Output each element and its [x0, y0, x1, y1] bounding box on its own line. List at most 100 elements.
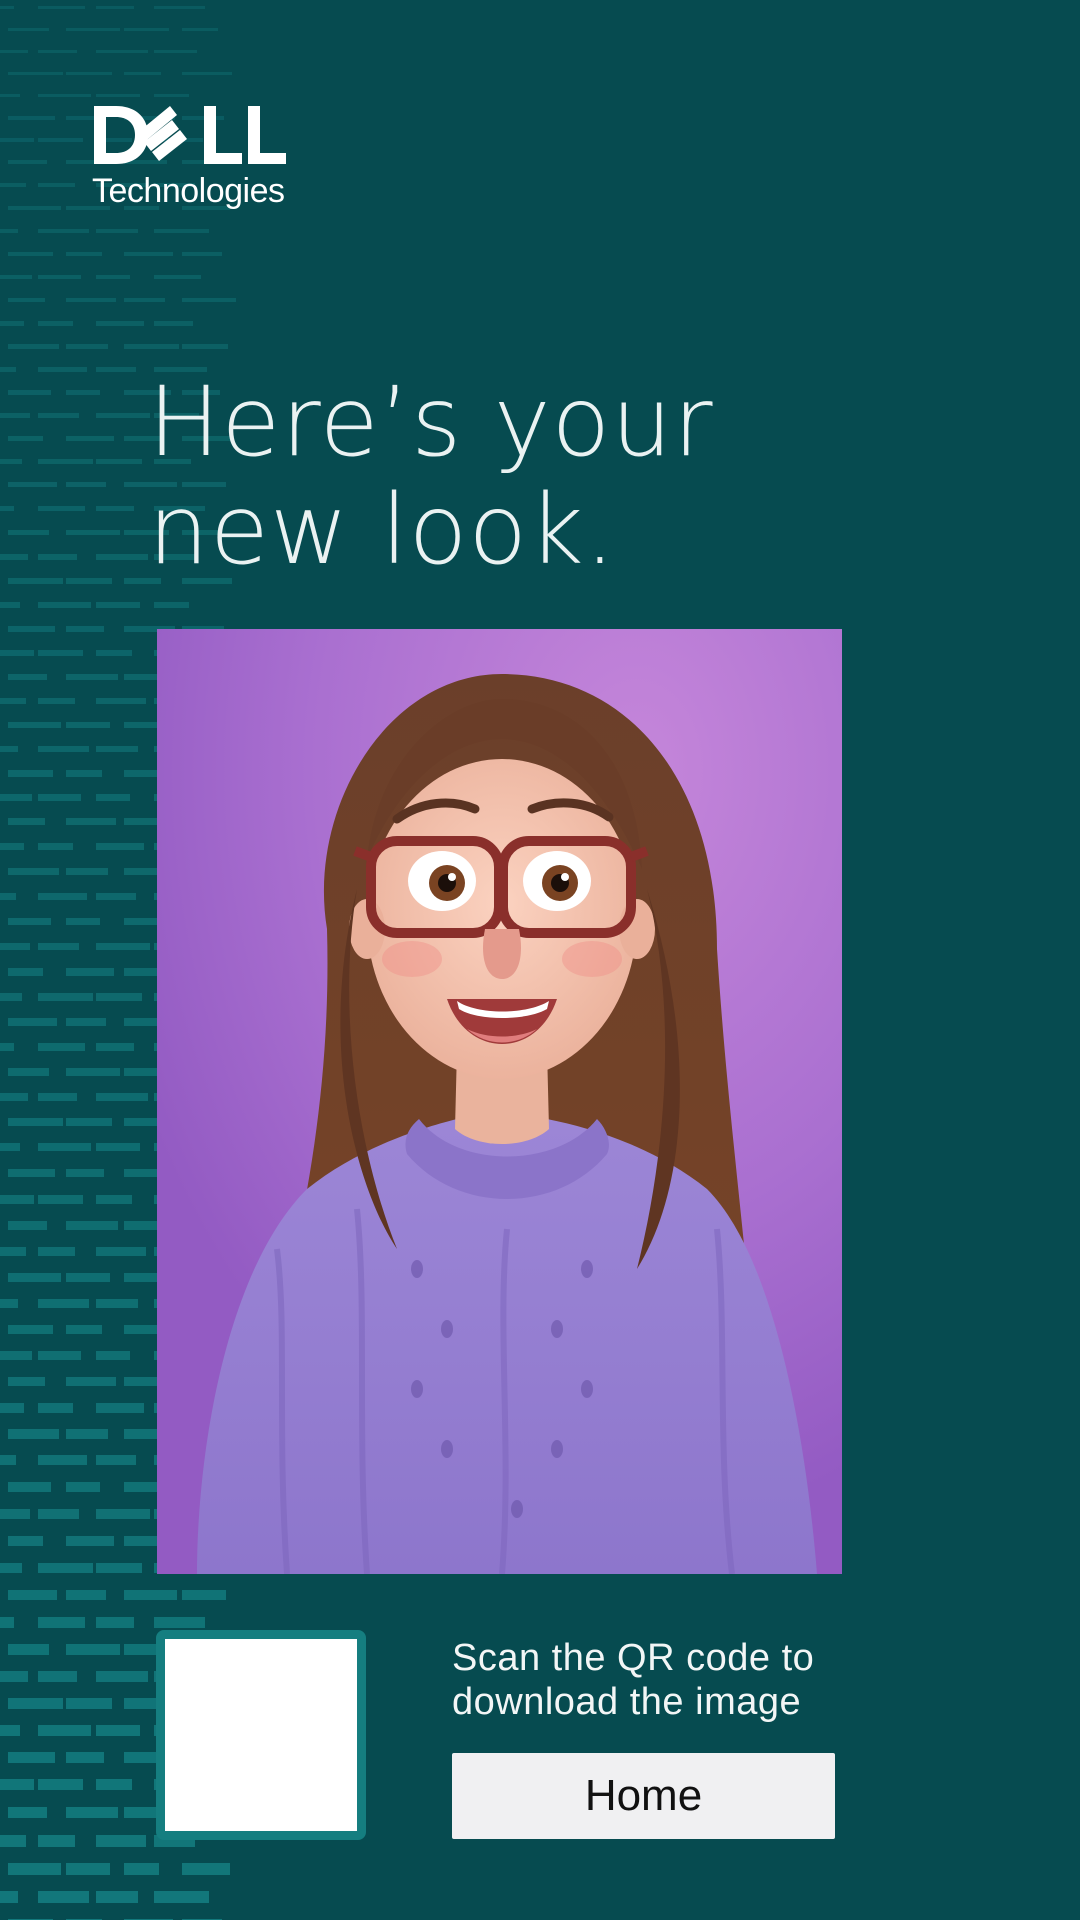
decorative-dash [8, 530, 49, 535]
decorative-dash [38, 843, 73, 850]
decorative-dash [38, 1509, 79, 1519]
decorative-dash [8, 1482, 51, 1492]
decorative-dash [0, 1403, 24, 1413]
decorative-dash [66, 868, 108, 875]
dell-logo-icon [94, 106, 286, 164]
decorative-dash [0, 1143, 20, 1151]
decorative-dash [8, 626, 55, 632]
headline-line-1: Here’s your [148, 366, 714, 478]
decorative-dash [38, 1143, 91, 1151]
decorative-dash [0, 94, 20, 97]
decorative-dash [96, 893, 136, 900]
decorative-dash [38, 94, 91, 97]
decorative-dash [8, 818, 45, 825]
decorative-dash [8, 1644, 49, 1655]
decorative-dash [0, 1671, 28, 1682]
decorative-dash [182, 1863, 230, 1875]
decorative-dash [182, 298, 236, 302]
decorative-dash [0, 1299, 18, 1308]
decorative-dash [154, 6, 205, 9]
decorative-dash [66, 436, 114, 441]
decorative-dash [8, 344, 59, 349]
decorative-dash [182, 344, 228, 349]
decorative-dash [66, 1752, 104, 1763]
decorative-dash [96, 6, 134, 9]
decorative-dash [0, 1563, 22, 1573]
decorative-dash [8, 722, 61, 728]
decorative-dash [8, 1068, 49, 1076]
decorative-dash [8, 116, 55, 120]
decorative-dash [38, 506, 85, 511]
decorative-dash [66, 722, 110, 728]
decorative-dash [0, 321, 24, 326]
logo-subtext: Technologies [92, 172, 285, 210]
decorative-dash [96, 1351, 130, 1360]
decorative-dash [8, 1273, 61, 1282]
decorative-dash [38, 1725, 91, 1736]
decorative-dash [0, 1835, 26, 1847]
decorative-dash [96, 1043, 134, 1051]
decorative-dash [182, 28, 218, 31]
decorative-dash [66, 1807, 118, 1818]
decorative-dash [66, 1536, 114, 1546]
home-button[interactable]: Home [452, 1753, 835, 1839]
decorative-dash [0, 1043, 14, 1051]
decorative-dash [8, 1536, 43, 1546]
decorative-dash [66, 1590, 106, 1600]
decorative-dash [66, 530, 120, 535]
decorative-dash [38, 1671, 77, 1682]
decorative-dash [38, 698, 75, 704]
decorative-dash [38, 367, 87, 372]
dell-technologies-logo: Technologies [92, 104, 302, 208]
decorative-dash [66, 578, 112, 584]
decorative-dash [8, 1018, 57, 1026]
decorative-dash [8, 298, 45, 302]
decorative-dash [0, 698, 26, 704]
decorative-dash [38, 1299, 89, 1308]
qr-code-image [165, 1639, 357, 1831]
decorative-dash [96, 1891, 138, 1903]
decorative-dash [38, 229, 89, 233]
decorative-dash [66, 968, 114, 976]
decorative-dash [8, 206, 61, 210]
decorative-dash [8, 918, 51, 925]
decorative-dash [124, 722, 159, 728]
decorative-dash [124, 344, 179, 349]
decorative-dash [0, 1617, 14, 1628]
decorative-dash [0, 1093, 28, 1101]
decorative-dash [96, 650, 132, 656]
decorative-dash [8, 436, 43, 441]
decorative-dash [0, 602, 20, 608]
decorative-dash [96, 275, 130, 279]
decorative-dash [38, 6, 85, 9]
decorative-dash [0, 229, 18, 233]
decorative-dash [38, 794, 81, 801]
decorative-dash [96, 321, 144, 326]
decorative-dash [8, 968, 43, 976]
decorative-dash [38, 650, 83, 656]
decorative-dash [124, 28, 169, 31]
decorative-dash [8, 160, 47, 164]
decorative-dash [96, 50, 148, 53]
decorative-dash [38, 138, 83, 142]
decorative-dash [96, 698, 146, 704]
decorative-dash [96, 459, 142, 464]
decorative-dash [8, 1698, 63, 1709]
decorative-dash [0, 1891, 18, 1903]
decorative-dash [8, 1590, 57, 1600]
decorative-dash [66, 674, 118, 680]
decorative-dash [96, 943, 150, 950]
decorative-dash [8, 1325, 53, 1334]
decorative-dash [8, 1169, 55, 1177]
decorative-dash [38, 1093, 77, 1101]
decorative-dash [0, 1725, 20, 1736]
decorative-dash [66, 298, 116, 302]
decorative-dash [0, 1351, 32, 1360]
kiosk-screen: Technologies Here’s your new look. Scan … [0, 0, 1080, 1920]
decorative-dash [124, 1273, 159, 1282]
decorative-dash [66, 818, 116, 825]
decorative-dash [38, 943, 79, 950]
decorative-dash [66, 918, 100, 925]
decorative-dash [96, 1779, 132, 1790]
decorative-dash [66, 1863, 110, 1875]
